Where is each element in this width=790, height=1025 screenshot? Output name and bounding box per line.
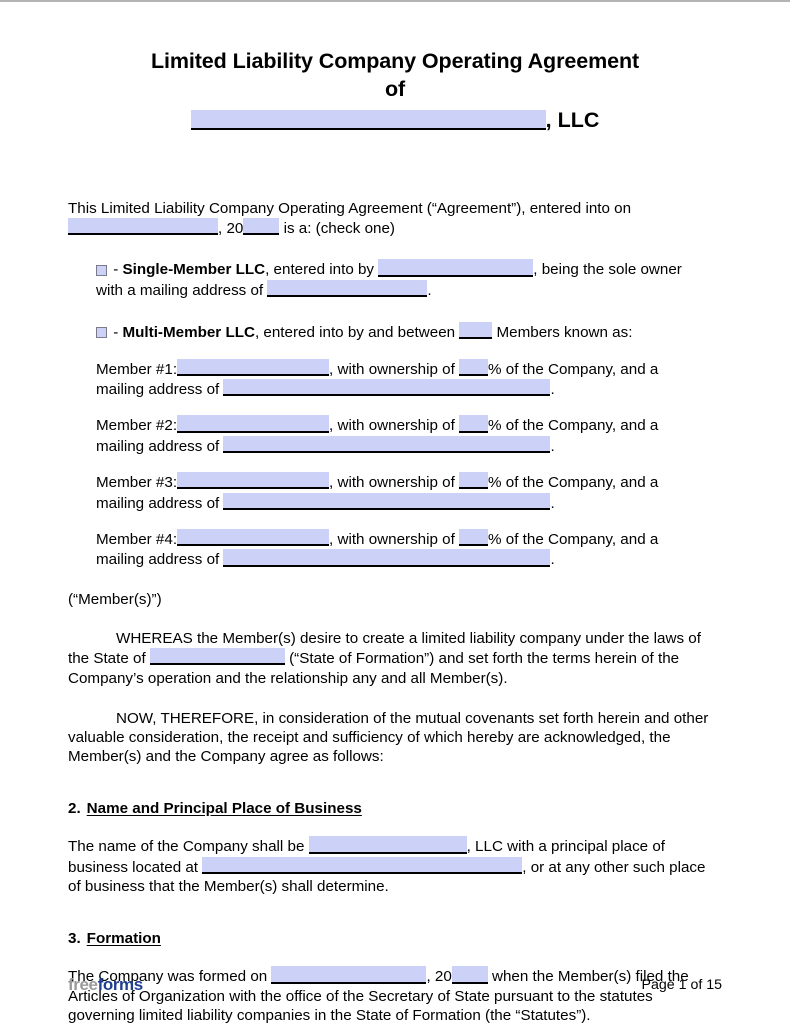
member-row: Member #1: , with ownership of % of the C… (68, 358, 722, 400)
single-member-dash: - (109, 261, 123, 279)
member-label: Member #3: (96, 474, 178, 492)
logo-text-forms: forms (97, 975, 144, 994)
section-heading-2: 2. Name and Principal Place of Business (68, 800, 722, 817)
member-text-4: . (550, 381, 555, 399)
member-text-3: mailing address of (96, 381, 224, 399)
title-line-2: of (384, 76, 406, 101)
single-member-option: - Single-Member LLC, entered into by , b… (68, 259, 722, 300)
member-address-field[interactable] (223, 549, 551, 567)
logo-text-free: free (68, 975, 98, 994)
member-name-field[interactable] (177, 528, 330, 547)
member-text-4: . (550, 494, 555, 512)
single-member-owner-name-field[interactable] (378, 259, 534, 277)
freeforms-logo: freeforms (68, 975, 143, 995)
member-text-3: mailing address of (96, 494, 224, 512)
member-text-2: % of the Company, and a (488, 474, 659, 492)
member-text-3: mailing address of (96, 551, 224, 569)
member-row: Member #3: , with ownership of % of the C… (68, 472, 722, 513)
page-number: Page 1 of 15 (641, 977, 722, 993)
member-ownership-field[interactable] (459, 415, 489, 433)
member-address-field[interactable] (223, 379, 551, 397)
member-text-4: . (550, 438, 555, 455)
therefore-paragraph: NOW, THEREFORE, in consideration of the … (68, 709, 722, 767)
intro-paragraph: This Limited Liability Company Operating… (68, 199, 722, 239)
member-label: Member #4: (96, 531, 178, 549)
section-heading-3: 3. Formation (68, 930, 722, 947)
member-ownership-field[interactable] (459, 472, 489, 490)
multi-member-checkbox[interactable] (96, 327, 107, 339)
member-name-field[interactable] (177, 415, 330, 433)
member-address-field[interactable] (223, 435, 551, 453)
intro-text-line1: This Limited Liability Company Operating… (68, 199, 632, 217)
company-name-field[interactable] (308, 836, 467, 854)
member-text-1: , with ownership of (329, 531, 460, 549)
document-sheet: Limited Liability Company Operating Agre… (0, 2, 790, 1025)
member-text-3: mailing address of (96, 438, 224, 455)
single-member-text-2: , being the sole owner (533, 261, 682, 279)
member-text-1: , with ownership of (329, 417, 460, 435)
single-member-label: Single-Member LLC (122, 261, 266, 279)
multi-member-option: - Multi-Member LLC, entered into by and … (68, 322, 722, 342)
multi-member-text-1: , entered into by and between (254, 324, 460, 342)
multi-member-label: Multi-Member LLC (122, 324, 255, 342)
member-label: Member #2: (96, 417, 178, 435)
intro-text-checkone: is a: (check one) (279, 220, 395, 238)
section-2-text-1: The name of the Company shall be (68, 838, 309, 856)
whereas-paragraph: WHEREAS the Member(s) desire to create a… (68, 629, 722, 688)
member-text-2: % of the Company, and a (488, 360, 659, 378)
section-number: 2. (68, 800, 81, 818)
document-page: Limited Liability Company Operating Agre… (0, 0, 790, 1025)
multi-member-dash: - (109, 324, 123, 342)
member-text-2: % of the Company, and a (488, 417, 659, 435)
page-footer: freeforms Page 1 of 15 (0, 975, 790, 995)
members-definition-tag: (“Member(s)”) (68, 590, 162, 608)
member-address-field[interactable] (223, 492, 551, 510)
single-member-text-1: , entered into by (265, 261, 379, 279)
title-line-1: Limited Liability Company Operating Agre… (150, 49, 640, 73)
section-title: Name and Principal Place of Business (86, 800, 362, 818)
member-row: Member #4: , with ownership of % of the C… (68, 528, 722, 570)
single-member-text-4: . (427, 282, 432, 300)
member-ownership-field[interactable] (459, 528, 489, 547)
agreement-year-field[interactable] (243, 218, 280, 236)
state-of-formation-field[interactable] (149, 648, 285, 666)
multi-member-text-2: Members known as: (492, 324, 633, 342)
company-name-title-line: , LLC (68, 108, 722, 133)
title-llc-suffix: , LLC (545, 107, 600, 132)
member-ownership-field[interactable] (459, 358, 489, 376)
business-location-field[interactable] (202, 856, 523, 874)
section-2-body: The name of the Company shall be , LLC w… (68, 836, 722, 896)
member-name-field[interactable] (177, 358, 330, 376)
agreement-date-field[interactable] (68, 218, 218, 236)
single-member-checkbox[interactable] (96, 264, 107, 276)
member-text-4: . (550, 551, 555, 569)
single-member-text-3: with a mailing address of (96, 282, 268, 300)
intro-text-year-prefix: , 20 (218, 220, 244, 238)
member-text-1: , with ownership of (329, 474, 460, 492)
member-text-1: , with ownership of (329, 360, 460, 378)
therefore-text: NOW, THEREFORE, in consideration of the … (68, 709, 709, 766)
company-name-field[interactable] (190, 109, 546, 130)
page-title: Limited Liability Company Operating Agre… (68, 2, 722, 104)
member-count-field[interactable] (459, 322, 493, 340)
section-title: Formation (86, 930, 161, 948)
member-row: Member #2: , with ownership of % of the C… (68, 415, 722, 456)
section-number: 3. (68, 930, 81, 948)
single-member-address-field[interactable] (267, 279, 428, 298)
member-text-2: % of the Company, and a (488, 531, 659, 549)
member-label: Member #1: (96, 360, 178, 378)
member-name-field[interactable] (177, 472, 330, 490)
